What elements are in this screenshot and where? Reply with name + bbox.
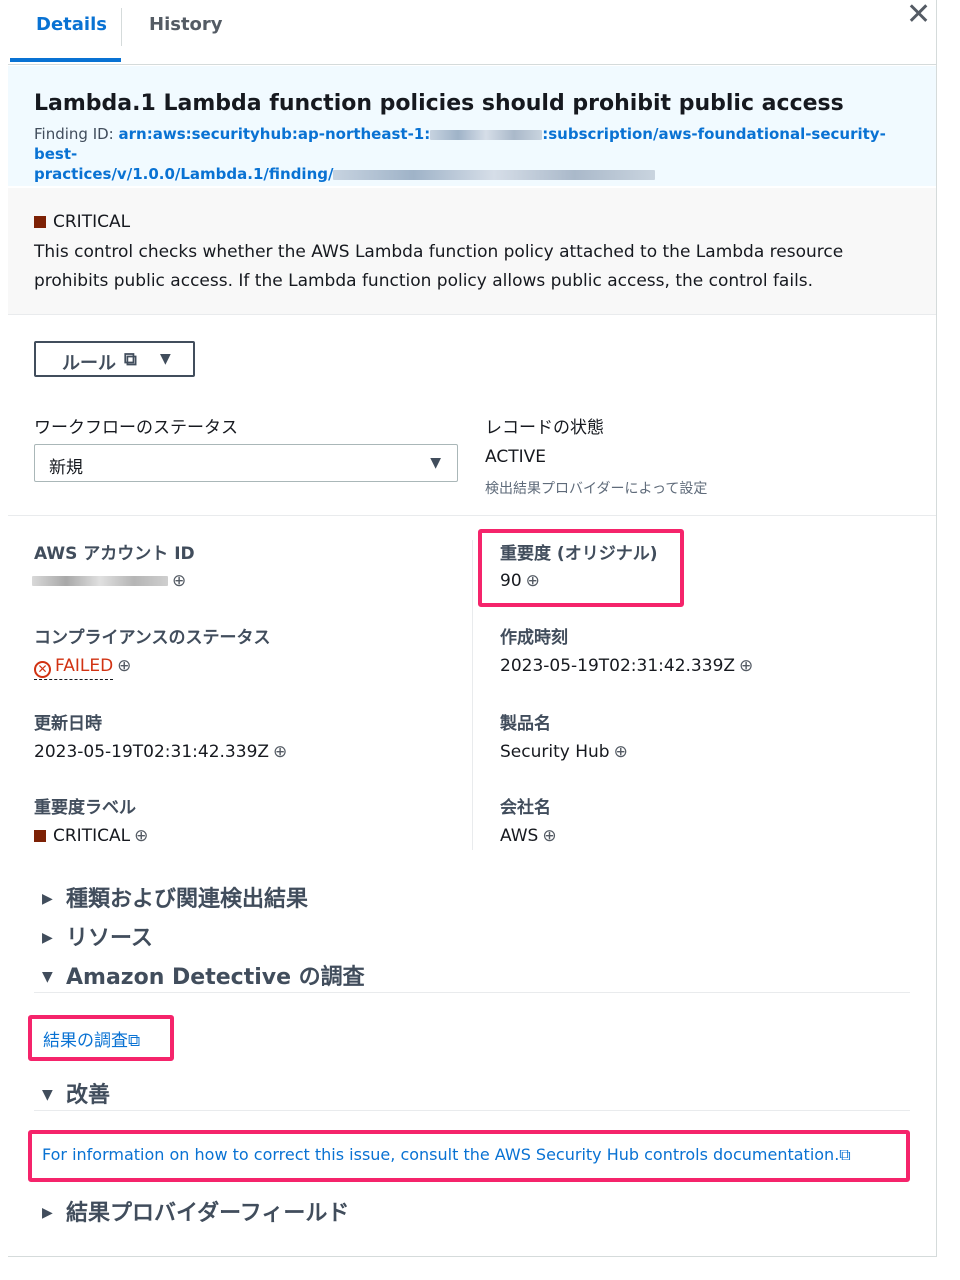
highlight-box bbox=[478, 529, 684, 607]
created-at-value: 2023-05-19T02:31:42.339Z ⊕ bbox=[500, 656, 753, 676]
updated-at-value: 2023-05-19T02:31:42.339Z ⊕ bbox=[34, 742, 287, 762]
section-remediation[interactable]: ▼ 改善 bbox=[42, 1077, 110, 1109]
tab-separator bbox=[121, 8, 122, 46]
section-provider-fields-title: 結果プロバイダーフィールド bbox=[66, 1201, 350, 1226]
finding-id: Finding ID: arn:aws:securityhub:ap-north… bbox=[34, 124, 894, 184]
finding-id-part3: practices/v/1.0.0/Lambda.1/finding/ bbox=[34, 165, 334, 183]
finding-description: This control checks whether the AWS Lamb… bbox=[34, 242, 844, 291]
zoom-in-icon[interactable]: ⊕ bbox=[739, 656, 753, 676]
compliance-failed-text: FAILED bbox=[55, 656, 114, 676]
external-link-icon: ⧉ bbox=[124, 349, 137, 370]
finding-id-label: Finding ID: bbox=[34, 125, 114, 143]
redacted-account-id bbox=[430, 129, 543, 140]
close-icon[interactable]: ✕ bbox=[906, 0, 931, 30]
critical-square-icon bbox=[34, 830, 46, 842]
record-state-note: 検出結果プロバイダーによって設定 bbox=[485, 481, 708, 497]
section-detective-title: Amazon Detective の調査 bbox=[66, 965, 365, 990]
severity-label-text: CRITICAL bbox=[53, 826, 131, 846]
caret-right-icon: ▶ bbox=[42, 930, 53, 946]
company-name-label: 会社名 bbox=[500, 798, 551, 818]
caret-down-icon: ▼ bbox=[160, 351, 171, 367]
section-divider bbox=[34, 1110, 910, 1111]
zoom-in-icon[interactable]: ⊕ bbox=[117, 656, 131, 676]
section-remediation-title: 改善 bbox=[66, 1083, 111, 1108]
compliance-failed-badge[interactable]: ✕ FAILED bbox=[34, 656, 114, 680]
section-divider bbox=[34, 992, 910, 993]
record-state-value: ACTIVE bbox=[485, 447, 546, 467]
column-divider bbox=[472, 540, 473, 850]
rules-dropdown-button[interactable]: ルール ⧉ ▼ bbox=[34, 341, 195, 377]
tab-details[interactable]: Details bbox=[36, 14, 107, 35]
product-name-label: 製品名 bbox=[500, 714, 551, 734]
section-amazon-detective[interactable]: ▼ Amazon Detective の調査 bbox=[42, 959, 365, 991]
tab-history[interactable]: History bbox=[149, 14, 223, 35]
finding-id-part1: arn:aws:securityhub:ap-northeast-1: bbox=[118, 125, 431, 143]
zoom-in-icon[interactable]: ⊕ bbox=[134, 826, 148, 846]
account-id-label: AWS アカウント ID bbox=[34, 544, 195, 564]
section-types-related-findings[interactable]: ▶ 種類および関連検出結果 bbox=[42, 881, 308, 913]
updated-at-label: 更新日時 bbox=[34, 714, 102, 734]
error-circle-icon: ✕ bbox=[34, 661, 51, 678]
critical-square-icon bbox=[34, 216, 46, 228]
redacted-account-id bbox=[32, 576, 168, 586]
zoom-in-icon[interactable]: ⊕ bbox=[172, 571, 186, 591]
caret-down-icon: ▼ bbox=[430, 455, 441, 471]
section-resources-title: リソース bbox=[66, 926, 153, 951]
severity-header: CRITICAL bbox=[34, 212, 130, 232]
record-state-label: レコードの状態 bbox=[485, 418, 604, 438]
zoom-in-icon[interactable]: ⊕ bbox=[273, 742, 287, 762]
severity-summary: CRITICAL This control checks whether the… bbox=[8, 188, 936, 315]
created-at-text: 2023-05-19T02:31:42.339Z bbox=[500, 656, 736, 676]
updated-at-text: 2023-05-19T02:31:42.339Z bbox=[34, 742, 270, 762]
zoom-in-icon[interactable]: ⊕ bbox=[542, 826, 556, 846]
product-name-text: Security Hub bbox=[500, 742, 610, 762]
rules-button-label: ルール bbox=[62, 353, 116, 374]
caret-down-icon: ▼ bbox=[42, 1087, 53, 1103]
finding-title: Lambda.1 Lambda function policies should… bbox=[34, 91, 844, 116]
active-tab-indicator bbox=[10, 58, 121, 62]
account-id-value: ⊕ bbox=[32, 571, 186, 591]
severity-label-value: CRITICAL ⊕ bbox=[34, 826, 148, 846]
compliance-status-label: コンプライアンスのステータス bbox=[34, 628, 271, 648]
product-name-value: Security Hub ⊕ bbox=[500, 742, 628, 762]
finding-header: Lambda.1 Lambda function policies should… bbox=[8, 66, 936, 186]
highlight-box bbox=[28, 1130, 910, 1182]
redacted-finding-uuid bbox=[333, 169, 656, 180]
company-name-text: AWS bbox=[500, 826, 539, 846]
company-name-value: AWS ⊕ bbox=[500, 826, 557, 846]
caret-down-icon: ▼ bbox=[42, 969, 53, 985]
workflow-status-label: ワークフローのステータス bbox=[34, 418, 238, 438]
tab-bar: Details History bbox=[8, 0, 936, 65]
workflow-status-select[interactable]: 新規 ▼ bbox=[34, 444, 458, 482]
severity-text: CRITICAL bbox=[53, 212, 131, 232]
compliance-status-value: ✕ FAILED ⊕ bbox=[34, 656, 131, 680]
section-provider-fields[interactable]: ▶ 結果プロバイダーフィールド bbox=[42, 1195, 349, 1227]
section-divider bbox=[8, 515, 936, 516]
workflow-status-value: 新規 bbox=[49, 458, 83, 478]
created-at-label: 作成時刻 bbox=[500, 628, 568, 648]
highlight-box bbox=[28, 1015, 174, 1061]
section-types-title: 種類および関連検出結果 bbox=[66, 887, 309, 912]
finding-details-panel: Details History ✕ Lambda.1 Lambda functi… bbox=[8, 0, 937, 1257]
caret-right-icon: ▶ bbox=[42, 1205, 53, 1221]
caret-right-icon: ▶ bbox=[42, 891, 53, 907]
section-resources[interactable]: ▶ リソース bbox=[42, 920, 153, 952]
finding-id-link[interactable]: arn:aws:securityhub:ap-northeast-1::subs… bbox=[34, 125, 886, 183]
severity-label-label: 重要度ラベル bbox=[34, 798, 136, 818]
zoom-in-icon[interactable]: ⊕ bbox=[614, 742, 628, 762]
